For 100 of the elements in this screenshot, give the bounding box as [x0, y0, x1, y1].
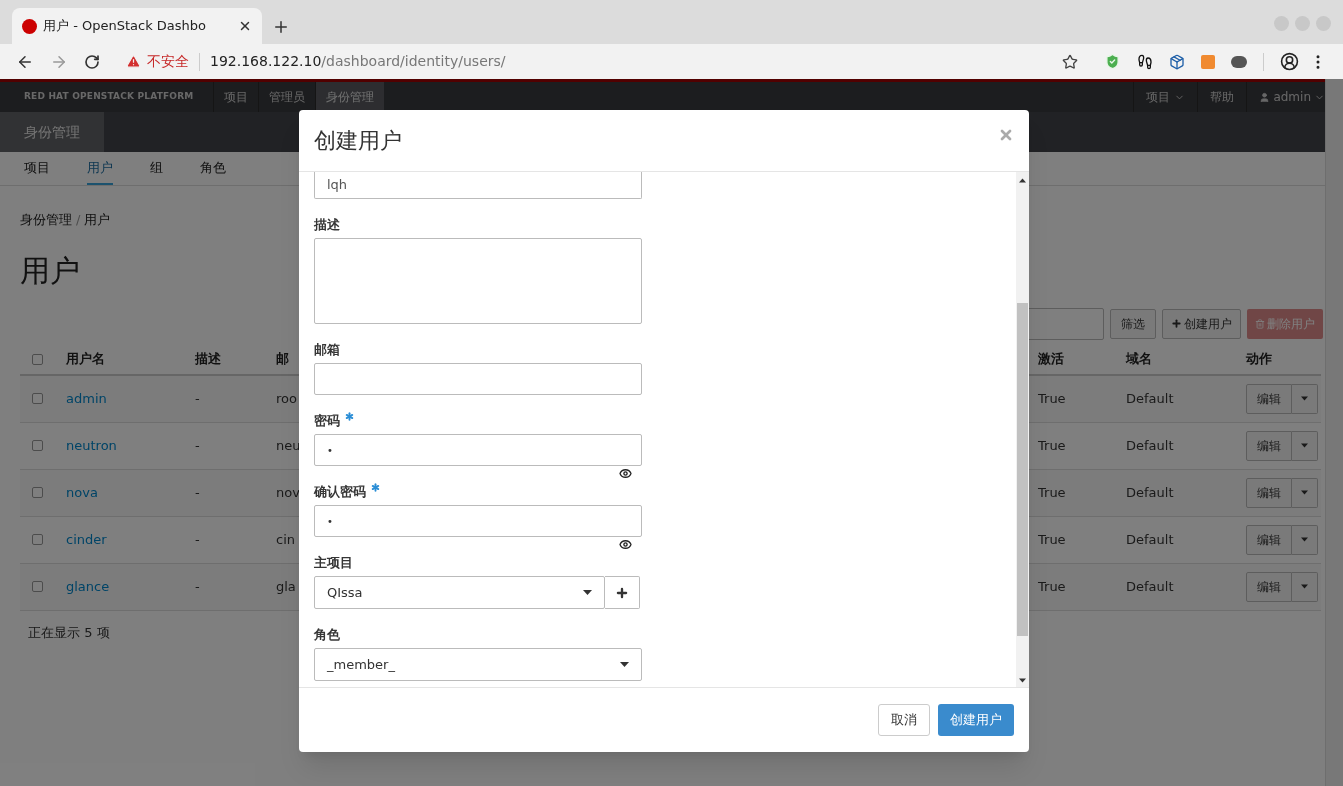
- column-header: 用户名: [66, 350, 105, 369]
- table-cell-text: roo: [276, 389, 297, 408]
- modal-scrollbar[interactable]: [1016, 172, 1029, 687]
- table-cell-text: -: [195, 530, 200, 549]
- checkbox[interactable]: [32, 534, 43, 545]
- brand-logo: RED HAT OPENSTACK PLATFORM: [23, 90, 195, 104]
- table-cell-text: True: [1038, 483, 1066, 502]
- bookmark-star-icon[interactable]: [1062, 53, 1078, 70]
- dropdown-button[interactable]: [1292, 477, 1318, 508]
- profile-icon[interactable]: [1280, 52, 1299, 71]
- table-cell-text: True: [1038, 577, 1066, 596]
- edit-button[interactable]: 编辑: [1246, 430, 1292, 461]
- breadcrumb-item[interactable]: 身份管理: [20, 210, 72, 230]
- dropdown-button[interactable]: [1292, 524, 1318, 555]
- footprint-icon[interactable]: [1137, 53, 1153, 70]
- user-name-link[interactable]: glance: [66, 576, 110, 597]
- table-cell-text: True: [1038, 530, 1066, 549]
- scrollbar-thumb[interactable]: [1017, 303, 1028, 636]
- add-button[interactable]: [605, 576, 640, 609]
- eye-icon[interactable]: [619, 467, 632, 480]
- caret-icon: [1019, 678, 1026, 683]
- create-user-button[interactable]: 创建用户: [1162, 308, 1241, 339]
- page-scrollbar[interactable]: [1325, 79, 1343, 786]
- modal-title: 创建用户: [314, 127, 402, 155]
- filter-button[interactable]: 筛选: [1110, 308, 1156, 339]
- submit-button[interactable]: 创建用户: [938, 704, 1014, 736]
- field-label: 主项目: [314, 555, 353, 571]
- breadcrumb-item: 用户: [84, 211, 111, 229]
- browser-tab[interactable]: 用户 - OpenStack Dashbo: [12, 8, 262, 44]
- table-cell-text: Default: [1126, 530, 1174, 549]
- sub-tab[interactable]: 项目: [24, 157, 50, 185]
- column-header: 动作: [1246, 350, 1272, 369]
- textarea-field[interactable]: [314, 238, 642, 324]
- sub-tab[interactable]: 角色: [200, 157, 226, 185]
- breadcrumb-separator: /: [76, 211, 81, 229]
- reload-icon[interactable]: [84, 53, 100, 70]
- caret-icon: [1301, 443, 1308, 448]
- page-title: 用户: [19, 255, 81, 286]
- select-field[interactable]: QIssa: [314, 576, 605, 609]
- checkbox[interactable]: [32, 353, 43, 365]
- checkbox[interactable]: [32, 581, 43, 592]
- eye-icon[interactable]: [619, 538, 632, 551]
- user-name-link[interactable]: cinder: [66, 529, 107, 550]
- caret-icon: [620, 662, 629, 667]
- cancel-button[interactable]: 取消: [878, 704, 930, 736]
- table-cell-text: Default: [1126, 389, 1174, 408]
- user-name-link[interactable]: nova: [66, 482, 98, 503]
- edit-button[interactable]: 编辑: [1246, 383, 1292, 414]
- sub-tab[interactable]: 用户: [87, 157, 113, 185]
- field-label: 邮箱: [314, 342, 340, 358]
- close-icon[interactable]: [238, 19, 252, 33]
- column-header: 域名: [1126, 350, 1152, 369]
- new-tab-icon[interactable]: [272, 18, 290, 36]
- input-field[interactable]: [314, 363, 642, 395]
- field-label: 描述: [314, 217, 340, 233]
- password-field[interactable]: •: [314, 434, 642, 466]
- table-cell-text: -: [195, 577, 200, 596]
- extension-icon[interactable]: [1201, 54, 1215, 69]
- dropdown-button[interactable]: [1292, 430, 1318, 461]
- sub-tab[interactable]: 组: [150, 157, 163, 185]
- table-cell-text: -: [195, 483, 200, 502]
- box-icon[interactable]: [1169, 53, 1185, 70]
- dropdown-button[interactable]: [1292, 571, 1318, 602]
- shield-icon[interactable]: [1104, 53, 1121, 70]
- checkbox[interactable]: [32, 487, 43, 498]
- checkbox[interactable]: [32, 440, 43, 451]
- dropdown-button[interactable]: [1292, 383, 1318, 414]
- edit-button[interactable]: 编辑: [1246, 524, 1292, 555]
- edit-button[interactable]: 编辑: [1246, 477, 1292, 508]
- favicon-icon: [22, 18, 37, 34]
- edit-button[interactable]: 编辑: [1246, 571, 1292, 602]
- select-field[interactable]: _member_: [314, 648, 642, 681]
- table-cell-text: cin: [276, 530, 295, 549]
- plus-icon: [615, 585, 629, 600]
- password-field[interactable]: •: [314, 505, 642, 537]
- table-footer: 正在显示 5 项: [28, 622, 110, 642]
- table-cell-text: -: [195, 436, 200, 455]
- security-label[interactable]: 不安全: [147, 51, 189, 72]
- field-label: 密码: [314, 413, 340, 429]
- checkbox[interactable]: [32, 393, 43, 404]
- tab-title: 用户 - OpenStack Dashbo: [43, 17, 207, 36]
- url-text[interactable]: 192.168.122.10/dashboard/identity/users/: [210, 51, 506, 72]
- user-icon: [1259, 91, 1271, 103]
- column-header: 邮: [276, 350, 289, 369]
- caret-icon: [583, 590, 592, 595]
- table-cell-text: Default: [1126, 483, 1174, 502]
- trash-icon: [1255, 318, 1265, 329]
- table-cell-text: True: [1038, 389, 1066, 408]
- user-name-link[interactable]: admin: [66, 388, 107, 409]
- caret-icon: [1301, 537, 1308, 542]
- warning-icon: [126, 54, 141, 69]
- table-cell-text: neu: [276, 436, 301, 455]
- field-label: 角色: [314, 627, 340, 643]
- plus-icon: [1171, 318, 1182, 329]
- user-name-link[interactable]: neutron: [66, 435, 117, 456]
- column-header: 激活: [1038, 350, 1064, 369]
- input-field[interactable]: lqh: [314, 172, 642, 199]
- field-label: 确认密码: [314, 484, 366, 500]
- table-cell-text: True: [1038, 436, 1066, 455]
- column-header: 描述: [195, 350, 221, 369]
